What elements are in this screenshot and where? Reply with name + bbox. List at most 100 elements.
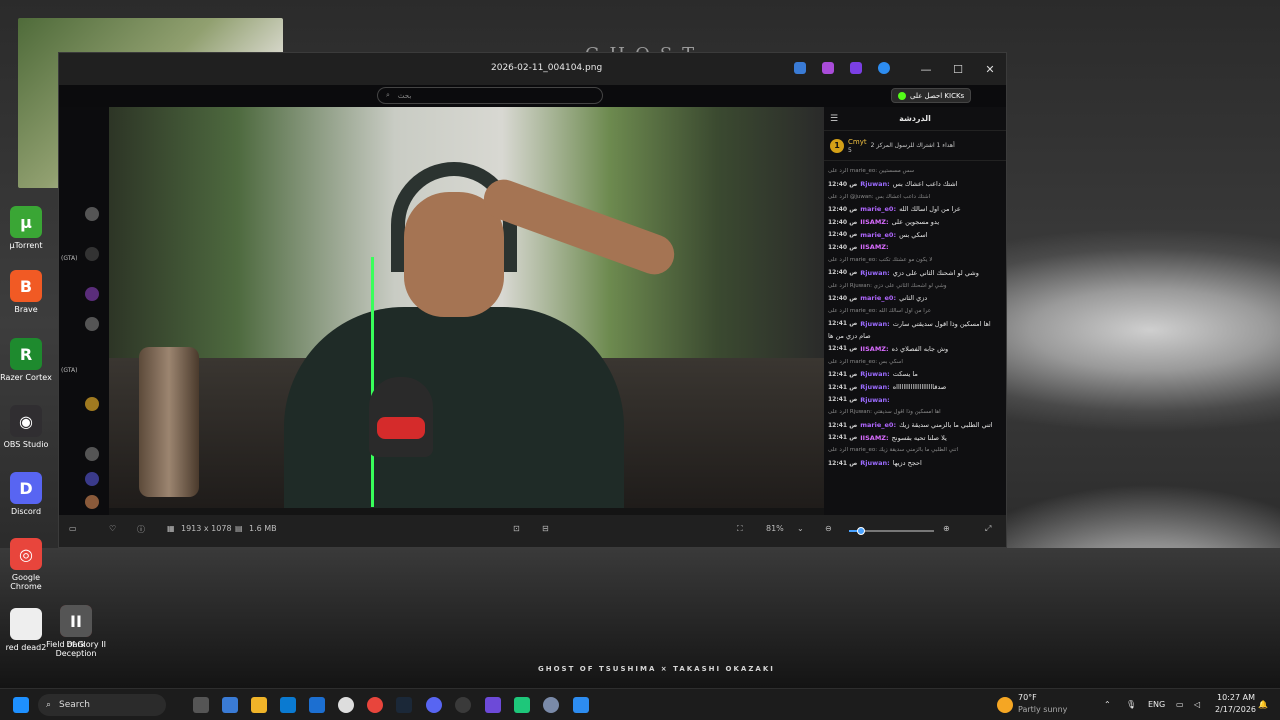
- message-text: عرا من اول اسالك الله: [899, 205, 961, 214]
- obs-icon[interactable]: [455, 697, 471, 713]
- stream-search-placeholder: بحث: [397, 91, 412, 100]
- desktop-icon-discord[interactable]: D Discord: [0, 472, 56, 516]
- pinned-text: أهداء 1 اشتراك للرسول المركز 2: [870, 142, 955, 149]
- clock-time[interactable]: 10:27 AM: [1217, 693, 1255, 702]
- message-username: Rjuwan:: [860, 383, 890, 392]
- network-icon[interactable]: ▭: [1176, 700, 1184, 709]
- chat-header: ☰ الدردشة: [824, 107, 1006, 131]
- discord-icon[interactable]: [426, 697, 442, 713]
- desktop-icon-field-of-glory-ii[interactable]: II Field of Glory II: [46, 605, 106, 649]
- photos-icon[interactable]: [573, 697, 589, 713]
- channel-avatar: [85, 397, 99, 411]
- desktop-icon-google-chrome[interactable]: ◎ Google Chrome: [0, 538, 56, 591]
- chevron-up-icon[interactable]: ⌃: [1104, 700, 1111, 709]
- desktop-icon--torrent[interactable]: µ µTorrent: [0, 206, 56, 250]
- app-icon[interactable]: [514, 697, 530, 713]
- maximize-button[interactable]: ☐: [942, 53, 974, 85]
- message-username: Rjuwan:: [860, 395, 890, 404]
- message-username: IISAMZ:: [860, 433, 889, 442]
- zoom-out-icon[interactable]: ⊖: [825, 524, 832, 533]
- message-username: IISAMZ:: [860, 218, 889, 227]
- filmstrip-icon[interactable]: ▭: [69, 524, 77, 533]
- desktop-icon-label: OBS Studio: [3, 440, 49, 449]
- language-indicator[interactable]: ENG: [1148, 700, 1165, 709]
- message-username: Rjuwan:: [860, 459, 890, 468]
- message-time: 12:41 ص: [828, 345, 858, 353]
- task-view-icon[interactable]: [193, 697, 209, 713]
- favorite-icon[interactable]: ♡: [109, 524, 116, 533]
- outlook-icon[interactable]: [309, 697, 325, 713]
- viewer-titlebar: 2026-02-11_004104.png — ☐ ✕: [59, 53, 1006, 85]
- desktop-icon-label: Razer Cortex: [0, 373, 52, 382]
- message-username: Rjuwan:: [860, 370, 890, 379]
- fit-window-icon[interactable]: ⛶: [737, 524, 743, 534]
- stream-video: [109, 107, 824, 508]
- message-text: احجح دزيها: [892, 459, 922, 468]
- close-button[interactable]: ✕: [974, 53, 1006, 85]
- microphone-icon[interactable]: 🎙: [1126, 700, 1136, 709]
- fullscreen-icon[interactable]: ⤢: [985, 524, 991, 534]
- taskbar-search[interactable]: ⌕ Search: [38, 694, 166, 716]
- widgets-icon[interactable]: [222, 697, 238, 713]
- obs-icon: ◉: [10, 405, 42, 437]
- desktop-icon-obs-studio[interactable]: ◉ OBS Studio: [0, 405, 56, 449]
- zoom-in-icon[interactable]: ⊕: [943, 524, 950, 533]
- wallpaper-credit: GHOST OF TSUSHIMA × TAKASHI OKAZAKI: [538, 665, 775, 673]
- message-text: الرد على Rjuwan: وشي لو اشحنك الثاني على…: [828, 282, 947, 289]
- game-controller-icon[interactable]: [485, 697, 501, 713]
- chat-message: 12:41 ص Rjuwan:: [828, 393, 1002, 406]
- minimize-button[interactable]: —: [910, 53, 942, 85]
- discord-icon: D: [10, 472, 42, 504]
- chrome-icon[interactable]: [367, 697, 383, 713]
- chat-reply-context: الرد على marie_eo: عرا من اول اسالك الله: [828, 305, 1002, 318]
- channel-avatar: [85, 287, 99, 301]
- clipchamp-icon[interactable]: [822, 62, 834, 74]
- editor-icon[interactable]: [794, 62, 806, 74]
- steam-icon[interactable]: [396, 697, 412, 713]
- chat-message: 12:40 ص marie_e0: دزي الثاني: [828, 292, 1002, 305]
- info-icon[interactable]: ⓘ: [137, 524, 145, 535]
- clock-date[interactable]: 2/17/2026: [1215, 705, 1256, 714]
- chat-message: 12:40 ص IISAMZ: يدو مسجوين على: [828, 216, 1002, 229]
- chat-messages: الرد على marie_eo: سس مسستيين 12:40 ص Rjuw…: [824, 161, 1006, 474]
- stream-topbar: ⌕ بحث احصل على KICKs: [59, 85, 1006, 107]
- settings-icon[interactable]: [338, 697, 354, 713]
- app-icon[interactable]: [543, 697, 559, 713]
- volume-icon[interactable]: ◁: [1194, 700, 1200, 709]
- message-username: IISAMZ:: [860, 243, 889, 252]
- desktop-icon-brave[interactable]: B Brave: [0, 270, 56, 314]
- visual-search-icon[interactable]: ⊡: [513, 524, 520, 533]
- search-icon: ⌕: [386, 91, 390, 99]
- chat-message: 12:40 ص Rjuwan: اشتك داعب اعشاك بس: [828, 178, 1002, 191]
- message-time: 12:40 ص: [828, 180, 858, 188]
- message-username: Rjuwan:: [860, 180, 890, 189]
- file-explorer-icon[interactable]: [251, 697, 267, 713]
- zoom-slider[interactable]: [849, 527, 934, 535]
- message-time: 12:41 ص: [828, 383, 858, 391]
- menu-icon: ☰: [830, 114, 839, 124]
- desktop-icon-razer-cortex[interactable]: R Razer Cortex: [0, 338, 56, 382]
- onedrive-icon[interactable]: [878, 62, 890, 74]
- zoom-level[interactable]: 81%: [766, 524, 784, 533]
- message-time: 12:41 ص: [828, 421, 858, 429]
- chat-message: صام دزي من ها: [828, 330, 1002, 343]
- message-time: 12:41 ص: [828, 459, 858, 467]
- ocr-icon[interactable]: ⊟: [542, 524, 549, 533]
- weather-icon[interactable]: [997, 697, 1013, 713]
- file-size-icon: ▤: [235, 524, 243, 533]
- search-icon: ⌕: [46, 700, 52, 710]
- windows-start-icon[interactable]: [13, 697, 29, 713]
- chat-message: 12:40 ص Rjuwan: وشي لو اشحنك الثاني على دز…: [828, 267, 1002, 280]
- chat-message: 12:41 ص IISAMZ: يلا صلنا تحيه بقسونج: [828, 431, 1002, 444]
- pinned-count: 5: [848, 146, 852, 154]
- message-text: الرد على marie_eo: اسكي بس: [828, 358, 903, 365]
- weather-temp[interactable]: 70°F: [1018, 693, 1037, 702]
- sidebar-label: (GTA): [61, 367, 78, 374]
- message-time: 12:40 ص: [828, 269, 858, 277]
- weather-desc[interactable]: Partly sunny: [1018, 705, 1067, 714]
- store-icon[interactable]: [280, 697, 296, 713]
- chevron-down-icon[interactable]: ⌄: [797, 524, 804, 533]
- video-editor-icon[interactable]: [850, 62, 862, 74]
- message-text: دزي الثاني: [899, 294, 928, 303]
- notification-icon[interactable]: 🔔: [1258, 700, 1268, 709]
